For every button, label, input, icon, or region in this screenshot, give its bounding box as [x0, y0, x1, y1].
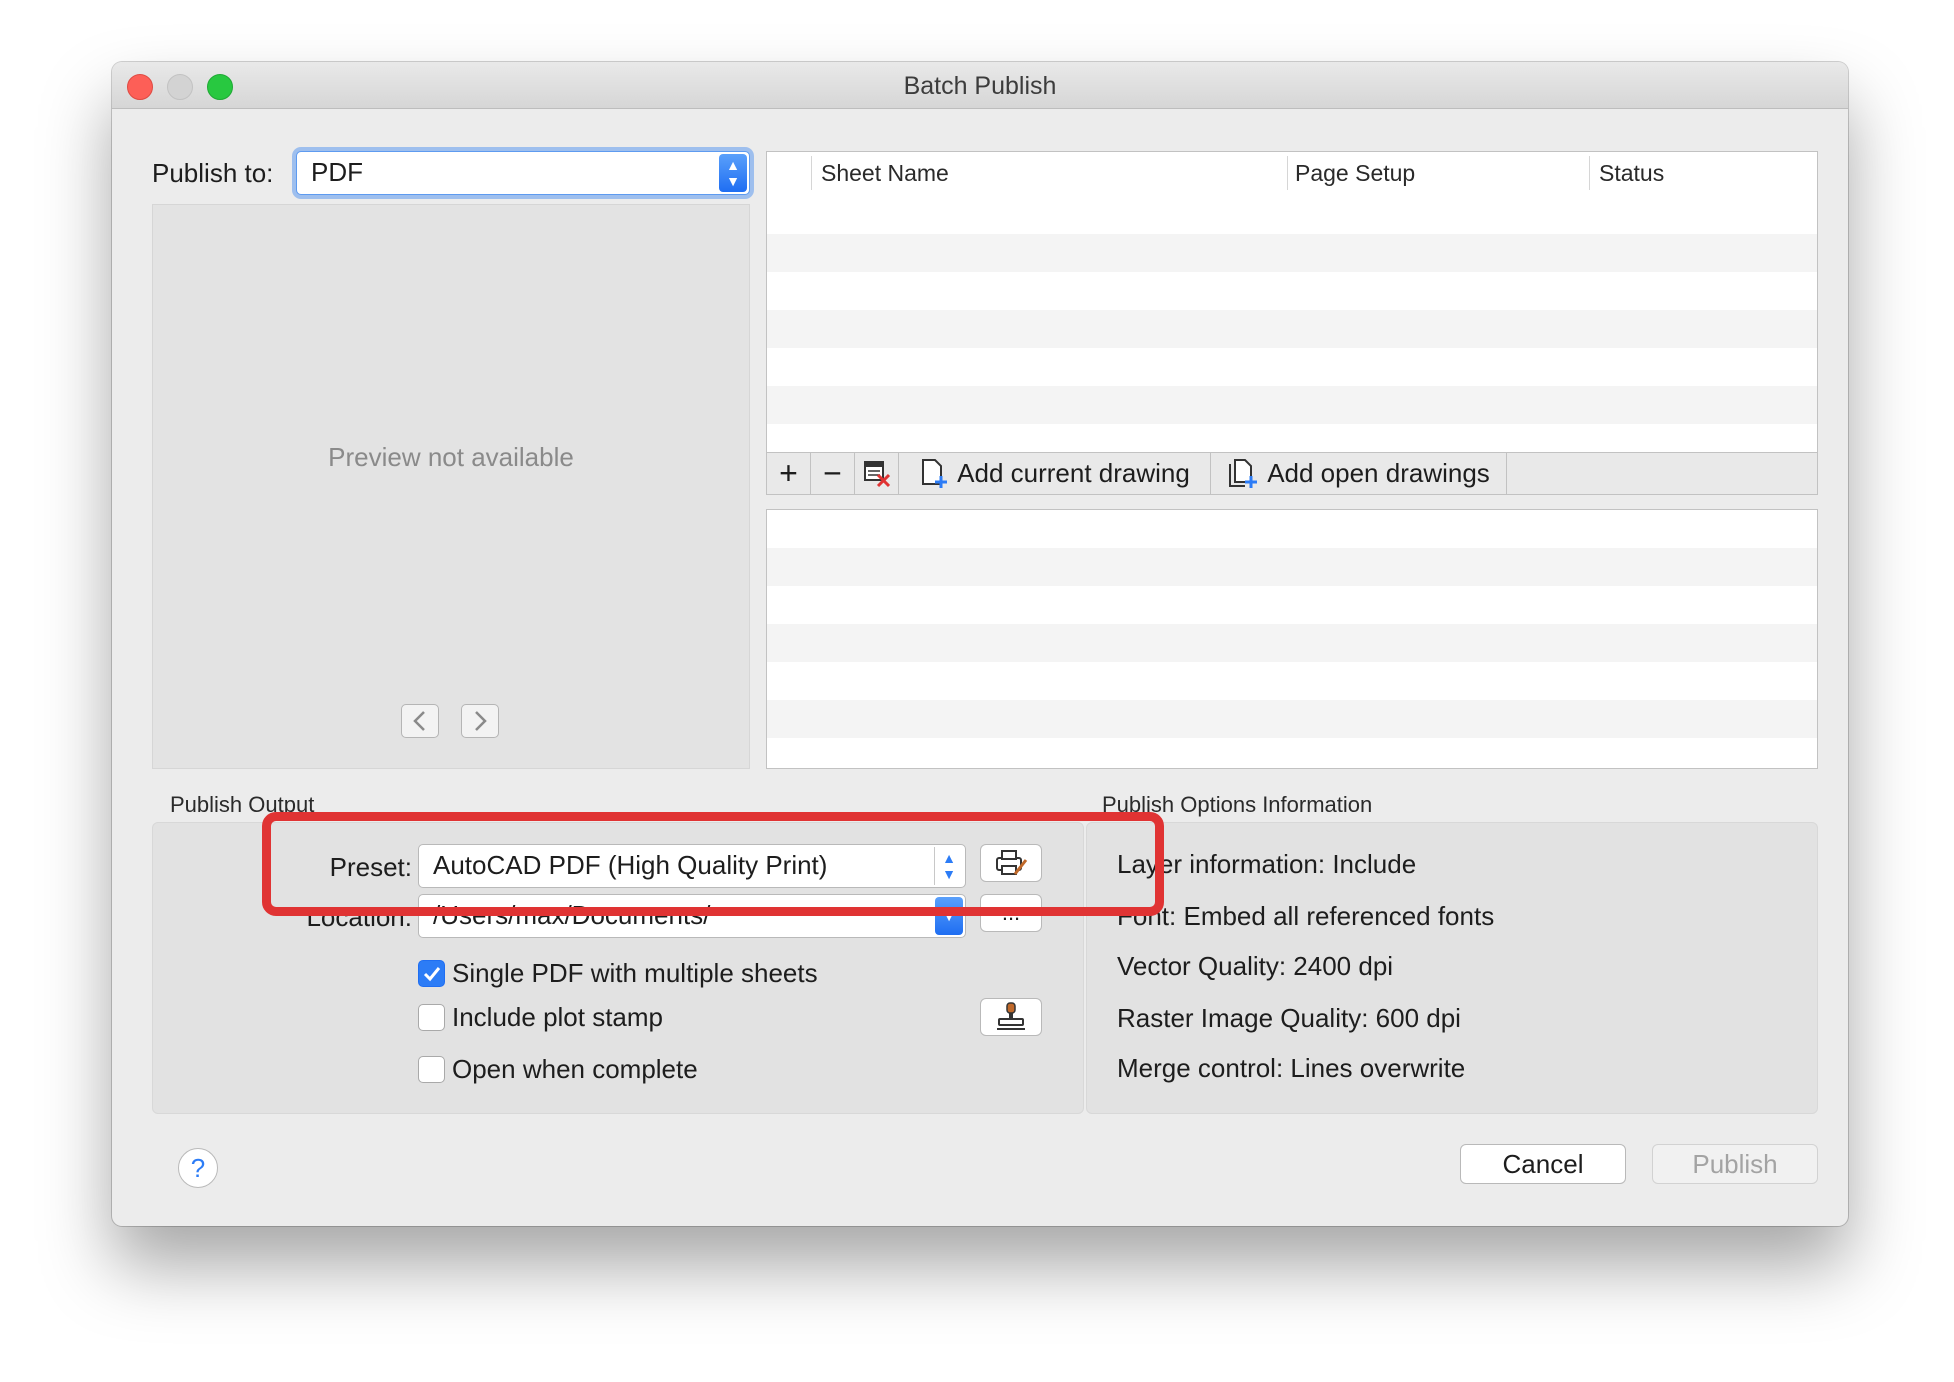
chevron-right-icon: [475, 711, 487, 731]
checkmark-icon: [423, 967, 441, 982]
column-status[interactable]: Status: [1599, 160, 1664, 187]
plot-stamp-checkbox[interactable]: [418, 1004, 445, 1031]
sheet-table[interactable]: Sheet Name Page Setup Status: [766, 151, 1818, 453]
add-open-drawings-label: Add open drawings: [1267, 458, 1490, 488]
column-separator: [811, 156, 812, 190]
publish-to-label: Publish to:: [152, 158, 274, 188]
merge-control-text: Merge control: Lines overwrite: [1117, 1053, 1466, 1083]
batch-publish-window: Batch Publish Publish to: PDF ▲ ▼ Previe…: [112, 62, 1848, 1226]
vector-quality-text: Vector Quality: 2400 dpi: [1117, 951, 1394, 981]
publish-button[interactable]: Publish: [1652, 1144, 1818, 1184]
font-text: Font: Embed all referenced fonts: [1117, 901, 1495, 931]
sheet-details-rows: [767, 510, 1817, 768]
preview-pane: Preview not available: [152, 204, 750, 769]
add-sheet-button[interactable]: +: [767, 453, 811, 494]
remove-sheet-button[interactable]: −: [811, 453, 855, 494]
preview-next-button[interactable]: [461, 704, 499, 738]
publish-options-panel: Layer information: Include Font: Embed a…: [1086, 822, 1818, 1114]
remove-all-sheets-button[interactable]: [855, 453, 899, 494]
add-open-drawings-button[interactable]: Add open drawings: [1211, 453, 1507, 494]
minus-icon: −: [823, 455, 842, 491]
cancel-button[interactable]: Cancel: [1460, 1144, 1626, 1184]
open-when-complete-checkbox[interactable]: [418, 1056, 445, 1083]
single-pdf-label[interactable]: Single PDF with multiple sheets: [452, 958, 818, 989]
remove-list-icon: [863, 460, 890, 487]
plot-stamp-settings-button[interactable]: [980, 998, 1042, 1036]
open-when-complete-label[interactable]: Open when complete: [452, 1054, 698, 1085]
preview-message: Preview not available: [328, 442, 574, 472]
add-current-drawing-button[interactable]: Add current drawing: [899, 453, 1211, 494]
publish-to-value: PDF: [311, 157, 363, 187]
preset-highlight-annotation: [262, 812, 1164, 916]
chevron-left-icon: [413, 711, 425, 731]
sheet-details-list[interactable]: [766, 509, 1818, 769]
sheet-table-rows: [767, 196, 1817, 452]
title-bar: Batch Publish: [112, 62, 1848, 109]
raster-quality-text: Raster Image Quality: 600 dpi: [1117, 1003, 1461, 1033]
publish-to-select[interactable]: PDF ▲ ▼: [296, 151, 750, 195]
stamp-icon: [997, 1002, 1025, 1030]
chevron-down-icon: ▼: [726, 173, 740, 189]
plot-stamp-label[interactable]: Include plot stamp: [452, 1002, 663, 1033]
column-sheet-name[interactable]: Sheet Name: [821, 160, 949, 187]
column-separator: [1589, 156, 1590, 190]
chevron-up-icon: ▲: [726, 157, 740, 173]
window-title: Batch Publish: [903, 72, 1057, 100]
add-drawings-icon: [1229, 458, 1258, 488]
add-current-drawing-label: Add current drawing: [957, 458, 1190, 488]
sheet-toolbar: + − Add current drawing Add open drawing…: [766, 453, 1818, 495]
preview-prev-button[interactable]: [401, 704, 439, 738]
help-button[interactable]: ?: [178, 1148, 218, 1188]
column-page-setup[interactable]: Page Setup: [1295, 160, 1415, 187]
column-separator: [1287, 156, 1288, 190]
add-drawing-icon: [922, 458, 948, 488]
plus-icon: +: [779, 455, 798, 491]
single-pdf-checkbox[interactable]: [418, 960, 445, 987]
sheet-table-header: Sheet Name Page Setup Status: [767, 152, 1817, 197]
publish-to-stepper[interactable]: ▲ ▼: [719, 154, 747, 192]
